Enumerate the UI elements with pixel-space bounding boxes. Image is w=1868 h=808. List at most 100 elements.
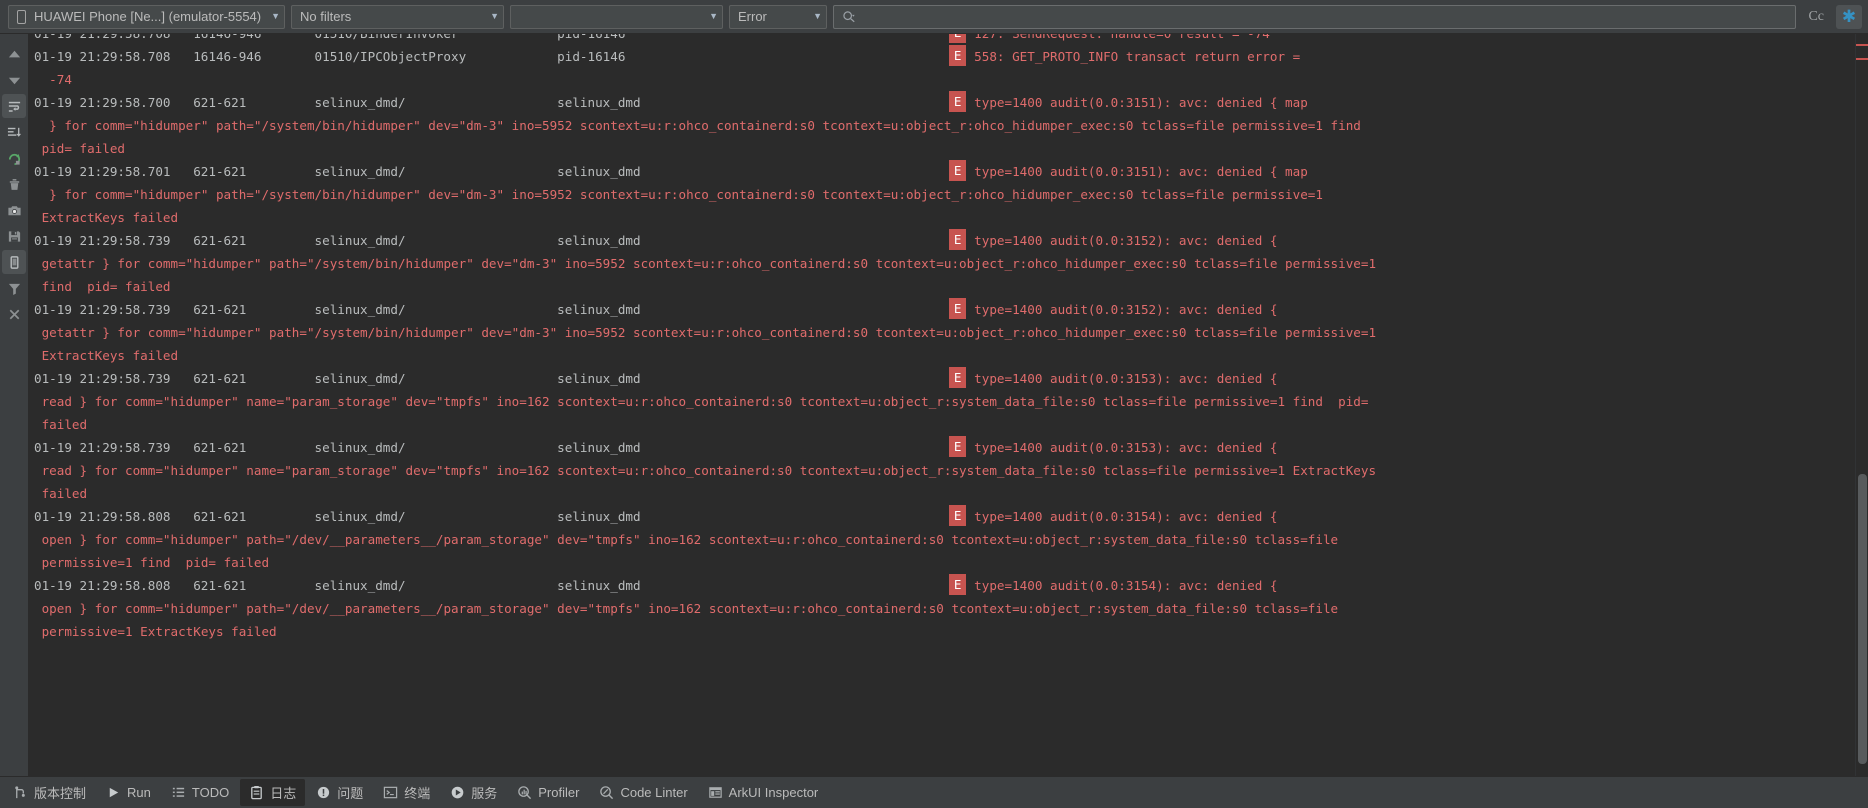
profiler-icon <box>517 785 532 800</box>
status-item-todo[interactable]: TODO <box>162 781 238 804</box>
save-log-icon[interactable] <box>2 224 26 248</box>
chevron-down-icon: ▼ <box>490 11 499 21</box>
status-item-logcat[interactable]: 日志 <box>240 779 306 806</box>
todo-icon <box>171 785 186 800</box>
log-entry[interactable]: 01-19 21:29:58.808 621-621 selinux_dmd/ … <box>34 574 1837 597</box>
log-entry-package: selinux_dmd <box>557 164 641 179</box>
log-entry[interactable]: 01-19 21:29:58.701 621-621 selinux_dmd/ … <box>34 160 1837 183</box>
log-entry-package: pid-16146 <box>557 34 949 45</box>
log-entry-package: selinux_dmd <box>557 440 641 455</box>
log-entry-continuation: read } for comm="hidumper" name="param_s… <box>34 394 1369 409</box>
logcat-icon <box>249 785 264 800</box>
status-item-run[interactable]: Run <box>97 781 160 804</box>
search-box[interactable] <box>833 4 1797 29</box>
clear-log-icon[interactable] <box>2 172 26 196</box>
log-entry-continuation: ExtractKeys failed <box>34 348 179 363</box>
phone-icon <box>17 9 26 24</box>
log-entry-message: 558: GET_PROTO_INFO transact return erro… <box>974 49 1301 64</box>
log-entry-continuation: open } for comm="hidumper" path="/dev/__… <box>34 601 1339 616</box>
chevron-down-icon: ▼ <box>813 11 822 21</box>
log-entry-message: type=1400 audit(0.0:3152): avc: denied { <box>974 302 1278 317</box>
status-item-services[interactable]: 服务 <box>441 779 506 806</box>
log-severity-badge: E <box>949 367 967 388</box>
chevron-down-icon: ▼ <box>709 11 718 21</box>
log-severity-badge: E <box>949 160 967 181</box>
log-vertical-scrollbar[interactable] <box>1855 34 1868 776</box>
log-severity-badge: E <box>949 34 967 43</box>
log-entry-continuation: -74 <box>34 72 72 87</box>
scrollbar-thumb[interactable] <box>1858 474 1867 764</box>
status-item-label: 服务 <box>471 786 498 801</box>
log-entry-message: type=1400 audit(0.0:3154): avc: denied { <box>974 509 1278 524</box>
status-item-label: Code Linter <box>620 785 688 800</box>
log-severity-badge: E <box>949 91 967 112</box>
log-entry[interactable]: 01-19 21:29:58.808 621-621 selinux_dmd/ … <box>34 505 1837 528</box>
log-entry[interactable]: 01-19 21:29:58.708 16146-946 01510/Binde… <box>34 34 1837 45</box>
status-item-label: ArkUI Inspector <box>728 785 819 800</box>
log-entry-meta: 01-19 21:29:58.708 16146-946 01510/IPCOb… <box>34 49 558 64</box>
log-entry-continuation: permissive=1 find pid= failed <box>34 555 270 570</box>
match-case-button[interactable]: Cc <box>1802 7 1830 27</box>
process-selector[interactable]: ▼ <box>510 4 723 29</box>
log-entry-meta: 01-19 21:29:58.701 621-621 selinux_dmd/ <box>34 164 558 179</box>
search-input[interactable] <box>862 9 1788 24</box>
device-selector[interactable]: HUAWEI Phone [Ne...] (emulator-5554) ▼ <box>8 4 285 29</box>
log-entry-package: pid-16146 <box>557 49 626 64</box>
log-entry-package: selinux_dmd <box>557 95 641 110</box>
log-entry-package: selinux_dmd <box>557 233 641 248</box>
log-entry-meta: 01-19 21:29:58.808 621-621 selinux_dmd/ <box>34 509 558 524</box>
screenshot-icon[interactable] <box>2 198 26 222</box>
tool-window-bar: 版本控制 Run TODO 日志 问题 终端 服务 Profiler Code Linter Ar… <box>0 776 1868 808</box>
log-entry-continuation: } for comm="hidumper" path="/system/bin/… <box>34 118 1361 133</box>
problems-icon <box>316 785 331 800</box>
log-entry-package: selinux_dmd <box>557 302 641 317</box>
log-entry-message: type=1400 audit(0.0:3153): avc: denied { <box>974 371 1278 386</box>
log-lines: 01-19 21:29:58.708 16146-946 01510/Binde… <box>28 34 1855 776</box>
search-icon <box>842 10 856 24</box>
services-icon <box>450 785 465 800</box>
soft-wrap-icon[interactable] <box>2 94 26 118</box>
scrollbar-error-marker <box>1856 44 1868 46</box>
status-item-problems[interactable]: 问题 <box>307 779 372 806</box>
status-item-arkui-inspector[interactable]: ArkUI Inspector <box>699 781 828 804</box>
regex-button[interactable]: ✱ <box>1836 4 1862 29</box>
log-severity-badge: E <box>949 229 967 250</box>
run-icon <box>106 785 121 800</box>
scroll-up-icon[interactable] <box>2 42 26 66</box>
logcat-body: 01-19 21:29:58.708 16146-946 01510/Binde… <box>0 34 1868 776</box>
filter-selector[interactable]: No filters ▼ <box>291 4 504 29</box>
log-entry-meta: 01-19 21:29:58.739 621-621 selinux_dmd/ <box>34 440 558 455</box>
version-control-icon <box>13 785 28 800</box>
close-icon[interactable] <box>2 302 26 326</box>
status-item-version-control[interactable]: 版本控制 <box>4 779 95 806</box>
status-item-code-linter[interactable]: Code Linter <box>590 781 696 804</box>
logcat-toolbar: HUAWEI Phone [Ne...] (emulator-5554) ▼ N… <box>0 0 1868 34</box>
log-output-area[interactable]: 01-19 21:29:58.708 16146-946 01510/Binde… <box>28 34 1855 776</box>
code-linter-icon <box>599 785 614 800</box>
filter-icon[interactable] <box>2 276 26 300</box>
status-item-terminal[interactable]: 终端 <box>374 779 439 806</box>
restart-logcat-icon[interactable] <box>2 146 26 170</box>
log-entry-continuation: pid= failed <box>34 141 125 156</box>
log-level-selector[interactable]: Error ▼ <box>729 4 827 29</box>
log-entry[interactable]: 01-19 21:29:58.739 621-621 selinux_dmd/ … <box>34 298 1837 321</box>
status-item-profiler[interactable]: Profiler <box>508 781 588 804</box>
log-entry[interactable]: 01-19 21:29:58.739 621-621 selinux_dmd/ … <box>34 436 1837 459</box>
log-entry-continuation: getattr } for comm="hidumper" path="/sys… <box>34 256 1377 271</box>
status-item-label: 终端 <box>404 786 431 801</box>
terminal-icon <box>383 785 398 800</box>
log-entry[interactable]: 01-19 21:29:58.739 621-621 selinux_dmd/ … <box>34 367 1837 390</box>
log-entry-package: selinux_dmd <box>557 578 641 593</box>
scroll-down-icon[interactable] <box>2 68 26 92</box>
scroll-to-end-icon[interactable] <box>2 120 26 144</box>
log-entry[interactable]: 01-19 21:29:58.708 16146-946 01510/IPCOb… <box>34 45 1837 68</box>
device-manager-icon[interactable] <box>2 250 26 274</box>
logcat-window: HUAWEI Phone [Ne...] (emulator-5554) ▼ N… <box>0 0 1868 808</box>
log-entry-meta: 01-19 21:29:58.739 621-621 selinux_dmd/ <box>34 371 558 386</box>
log-entry[interactable]: 01-19 21:29:58.700 621-621 selinux_dmd/ … <box>34 91 1837 114</box>
arkui-inspector-icon <box>708 785 723 800</box>
log-entry-continuation: open } for comm="hidumper" path="/dev/__… <box>34 532 1339 547</box>
log-severity-badge: E <box>949 298 967 319</box>
log-entry[interactable]: 01-19 21:29:58.739 621-621 selinux_dmd/ … <box>34 229 1837 252</box>
log-entry-continuation: failed <box>34 417 88 432</box>
